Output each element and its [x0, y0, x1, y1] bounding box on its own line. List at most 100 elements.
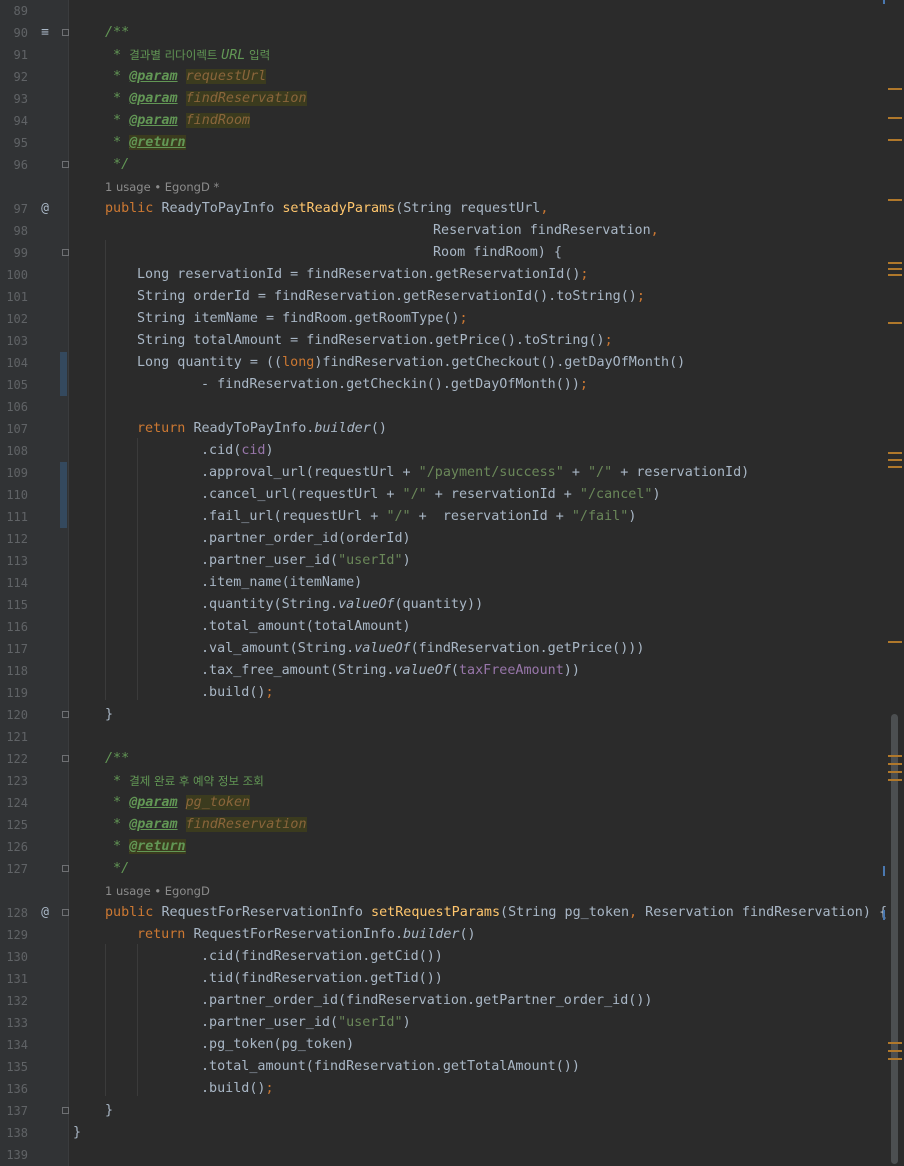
- vcs-modified-marker[interactable]: [60, 352, 67, 374]
- code-line: 109 .approval_url(requestUrl + "/payment…: [0, 462, 884, 484]
- line-number: 120: [6, 708, 28, 722]
- code-editor[interactable]: 89 90 ≡ /** 91 * 결과별 리다이렉트 URL 입력 92 * @…: [0, 0, 904, 1166]
- code-line: 122 /**: [0, 748, 884, 770]
- warning-stripe-marker[interactable]: [888, 139, 902, 141]
- line-number: 104: [6, 356, 28, 370]
- code-line: 110 .cancel_url(requestUrl + "/" + reser…: [0, 484, 884, 506]
- warning-stripe-marker[interactable]: [888, 1058, 902, 1060]
- code-line: 124 * @param pg_token: [0, 792, 884, 814]
- line-number: 139: [6, 1148, 28, 1162]
- code-line: 103 String totalAmount = findReservation…: [0, 330, 884, 352]
- line-number: 122: [6, 752, 28, 766]
- code-line: 112 .partner_order_id(orderId): [0, 528, 884, 550]
- fold-toggle-icon[interactable]: [62, 249, 69, 256]
- code-line: 104 Long quantity = ((long)findReservati…: [0, 352, 884, 374]
- code-line: 100 Long reservationId = findReservation…: [0, 264, 884, 286]
- line-number: 91: [13, 48, 28, 62]
- code-line: 131 .tid(findReservation.getTid()): [0, 968, 884, 990]
- line-number: 123: [6, 774, 28, 788]
- warning-stripe-marker[interactable]: [888, 459, 902, 461]
- line-number: 133: [6, 1016, 28, 1030]
- warning-stripe-marker[interactable]: [888, 1042, 902, 1044]
- doc-comment-render-icon[interactable]: ≡: [38, 22, 52, 44]
- line-number: 99: [13, 246, 28, 260]
- line-number: 126: [6, 840, 28, 854]
- code-line: 129 return RequestForReservationInfo.bui…: [0, 924, 884, 946]
- fold-toggle-icon[interactable]: [62, 755, 69, 762]
- vcs-modified-marker[interactable]: [60, 484, 67, 506]
- code-line: 118 .tax_free_amount(String.valueOf(taxF…: [0, 660, 884, 682]
- warning-stripe-marker[interactable]: [888, 322, 902, 324]
- line-number: 108: [6, 444, 28, 458]
- vcs-modified-marker[interactable]: [60, 374, 67, 396]
- line-number: 89: [13, 4, 28, 18]
- vcs-stripe-marker[interactable]: [883, 866, 885, 876]
- warning-stripe-marker[interactable]: [888, 763, 902, 765]
- line-number: 100: [6, 268, 28, 282]
- code-line: 115 .quantity(String.valueOf(quantity)): [0, 594, 884, 616]
- doc-comment: /**: [105, 25, 130, 40]
- vcs-modified-marker[interactable]: [60, 506, 67, 528]
- line-number: 114: [6, 576, 28, 590]
- line-number: 96: [13, 158, 28, 172]
- warning-stripe-marker[interactable]: [888, 779, 902, 781]
- override-at-icon[interactable]: @: [38, 902, 52, 924]
- code-line: 136 .build();: [0, 1078, 884, 1100]
- warning-stripe-marker[interactable]: [888, 641, 902, 643]
- line-number: 107: [6, 422, 28, 436]
- line-number: 112: [6, 532, 28, 546]
- line-number: 98: [13, 224, 28, 238]
- code-line: 114 .item_name(itemName): [0, 572, 884, 594]
- line-number: 119: [6, 686, 28, 700]
- warning-stripe-marker[interactable]: [888, 117, 902, 119]
- fold-toggle-icon[interactable]: [62, 29, 69, 36]
- code-line: 96 */: [0, 154, 884, 176]
- line-number: 121: [6, 730, 28, 744]
- vcs-modified-marker[interactable]: [60, 462, 67, 484]
- code-line: 130 .cid(findReservation.getCid()): [0, 946, 884, 968]
- line-number: 132: [6, 994, 28, 1008]
- code-line: 91 * 결과별 리다이렉트 URL 입력: [0, 44, 884, 66]
- code-line: 94 * @param findRoom: [0, 110, 884, 132]
- line-number: 97: [13, 202, 28, 216]
- vertical-scrollbar[interactable]: [891, 714, 898, 1164]
- line-number: 110: [6, 488, 28, 502]
- line-number: 95: [13, 136, 28, 150]
- line-number: 137: [6, 1104, 28, 1118]
- fold-toggle-icon[interactable]: [62, 161, 69, 168]
- fold-toggle-icon[interactable]: [62, 1107, 69, 1114]
- override-at-icon[interactable]: @: [38, 198, 52, 220]
- warning-stripe-marker[interactable]: [888, 262, 902, 264]
- warning-stripe-marker[interactable]: [888, 268, 902, 270]
- warning-stripe-marker[interactable]: [888, 274, 902, 276]
- code-line: 128 @ public RequestForReservationInfo s…: [0, 902, 887, 924]
- code-line: 119 .build();: [0, 682, 884, 704]
- warning-stripe-marker[interactable]: [888, 199, 902, 201]
- line-number: 129: [6, 928, 28, 942]
- code-line: 127 */: [0, 858, 884, 880]
- warning-stripe-marker[interactable]: [888, 1050, 902, 1052]
- fold-toggle-icon[interactable]: [62, 865, 69, 872]
- code-line: 116 .total_amount(totalAmount): [0, 616, 884, 638]
- vcs-stripe-marker[interactable]: [883, 910, 885, 920]
- fold-toggle-icon[interactable]: [62, 909, 69, 916]
- usage-author-hint[interactable]: 1 usage • EgongD *: [105, 176, 219, 198]
- warning-stripe-marker[interactable]: [888, 452, 902, 454]
- warning-stripe-marker[interactable]: [888, 771, 902, 773]
- code-line: 123 * 결제 완료 후 예약 정보 조회: [0, 770, 884, 792]
- warning-stripe-marker[interactable]: [888, 88, 902, 90]
- line-number: 116: [6, 620, 28, 634]
- code-line: 97 @ public ReadyToPayInfo setReadyParam…: [0, 198, 884, 220]
- code-line: 102 String itemName = findRoom.getRoomTy…: [0, 308, 884, 330]
- line-number: 105: [6, 378, 28, 392]
- caret-marker[interactable]: [883, 0, 885, 4]
- warning-stripe-marker[interactable]: [888, 755, 902, 757]
- code-line: 121: [0, 726, 884, 748]
- usage-author-hint[interactable]: 1 usage • EgongD: [105, 880, 210, 902]
- code-line: 101 String orderId = findReservation.get…: [0, 286, 884, 308]
- code-line: 107 return ReadyToPayInfo.builder(): [0, 418, 884, 440]
- line-number: 109: [6, 466, 28, 480]
- fold-toggle-icon[interactable]: [62, 711, 69, 718]
- line-number: 93: [13, 92, 28, 106]
- warning-stripe-marker[interactable]: [888, 466, 902, 468]
